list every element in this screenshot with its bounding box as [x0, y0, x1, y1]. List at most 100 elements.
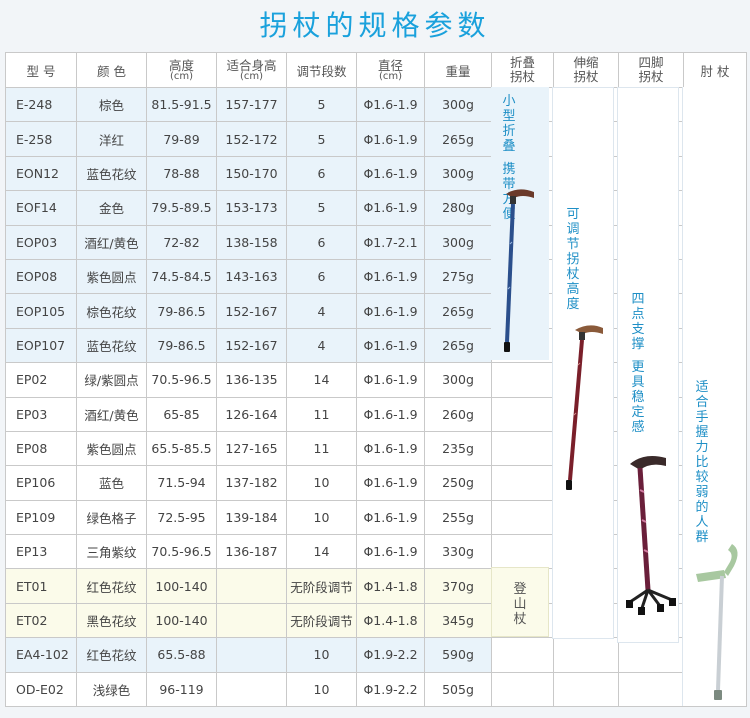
cell-diameter: Φ1.6-1.9	[356, 258, 425, 295]
cell-diameter: Φ1.9-2.2	[356, 637, 425, 673]
cell-model: EP109	[5, 499, 77, 536]
header-weight: 重量	[424, 52, 492, 88]
cell-model: EP13	[5, 534, 77, 570]
cell-diameter: Φ1.6-1.9	[356, 155, 425, 192]
cell-weight: 260g	[424, 396, 492, 432]
cell-color: 红色花纹	[76, 568, 147, 604]
cell-model: ET01	[5, 568, 77, 604]
cell-suitable	[216, 637, 287, 673]
cell-color: 绿色格子	[76, 499, 147, 536]
cell-levels: 10	[286, 465, 357, 501]
cell-weight: 265g	[424, 327, 492, 364]
cell-model: EOP08	[5, 258, 77, 295]
cell-model: EOP105	[5, 293, 77, 329]
cell-model: EON12	[5, 155, 77, 192]
cell-diameter: Φ1.7-2.1	[356, 224, 425, 260]
cell-diameter: Φ1.6-1.9	[356, 396, 425, 432]
cell-diameter: Φ1.6-1.9	[356, 190, 425, 226]
cell-model: OD-E02	[5, 671, 77, 708]
cell-suitable: 137-182	[216, 465, 287, 501]
cell-diameter: Φ1.6-1.9	[356, 362, 425, 398]
cell-levels: 6	[286, 258, 357, 295]
cell-suitable	[216, 602, 287, 639]
cell-model: EP03	[5, 396, 77, 432]
telescopic-note: 可调节拐杖高度	[566, 207, 580, 312]
cell-category	[491, 534, 554, 570]
cell-levels: 6	[286, 224, 357, 260]
cell-levels: 11	[286, 396, 357, 432]
header-telescopic: 伸缩 拐杖	[553, 52, 619, 88]
elbow-note: 适合手握力比较弱的人群	[695, 380, 709, 545]
cell-weight: 250g	[424, 465, 492, 501]
cell-levels: 4	[286, 293, 357, 329]
telescopic-cane-icon	[566, 325, 603, 490]
cell-weight: 300g	[424, 224, 492, 260]
table-header-row: 型 号 颜 色 高度 (cm) 适合身高 (cm) 调节段数 直径 (cm) 重量 折…	[5, 52, 747, 88]
cell-diameter: Φ1.6-1.9	[356, 293, 425, 329]
header-diameter: 直径 (cm)	[356, 52, 425, 88]
cell-suitable: 136-135	[216, 362, 287, 398]
cell-height: 70.5-96.5	[146, 534, 217, 570]
cell-diameter: Φ1.6-1.9	[356, 327, 425, 364]
cell-category	[491, 499, 554, 536]
cell-suitable: 126-164	[216, 396, 287, 432]
cell-color: 蓝色花纹	[76, 155, 147, 192]
cell-suitable: 152-167	[216, 293, 287, 329]
quad-note-a: 四点支撑	[631, 292, 645, 352]
cell-color: 金色	[76, 190, 147, 226]
cell-color: 棕色	[76, 86, 147, 123]
cell-color: 浅绿色	[76, 671, 147, 708]
cell-weight: 345g	[424, 602, 492, 639]
cell-model: EP106	[5, 465, 77, 501]
cell-suitable: 152-172	[216, 121, 287, 157]
cell-levels: 5	[286, 190, 357, 226]
cell-height: 81.5-91.5	[146, 86, 217, 123]
cell-levels: 10	[286, 671, 357, 708]
cell-category	[491, 637, 554, 673]
cell-color: 洋红	[76, 121, 147, 157]
cell-color: 绿/紫圆点	[76, 362, 147, 398]
cell-model: EOP107	[5, 327, 77, 364]
cell-suitable: 136-187	[216, 534, 287, 570]
header-quad: 四脚 拐杖	[618, 52, 684, 88]
cell-color: 酒红/黄色	[76, 396, 147, 432]
cell-color: 紫色圆点	[76, 430, 147, 467]
cell-weight: 265g	[424, 293, 492, 329]
cell-model: ET02	[5, 602, 77, 639]
cell-diameter: Φ1.6-1.9	[356, 534, 425, 570]
cell-suitable	[216, 568, 287, 604]
cell-category	[553, 637, 619, 673]
cell-color: 蓝色	[76, 465, 147, 501]
cell-height: 100-140	[146, 602, 217, 639]
fold-note-a: 小型折叠	[502, 94, 516, 154]
cell-model: EA4-102	[5, 637, 77, 673]
header-color: 颜 色	[76, 52, 147, 88]
cell-height: 79-86.5	[146, 327, 217, 364]
cell-color: 棕色花纹	[76, 293, 147, 329]
cell-height: 65.5-88	[146, 637, 217, 673]
cell-levels: 无阶段调节	[286, 568, 357, 604]
cell-model: E-258	[5, 121, 77, 157]
cell-category	[553, 671, 619, 708]
cell-diameter: Φ1.6-1.9	[356, 465, 425, 501]
cell-weight: 300g	[424, 86, 492, 123]
cell-diameter: Φ1.4-1.8	[356, 568, 425, 604]
cell-color: 紫色圆点	[76, 258, 147, 295]
cell-height: 79-86.5	[146, 293, 217, 329]
cell-weight: 300g	[424, 155, 492, 192]
cell-weight: 370g	[424, 568, 492, 604]
cell-levels: 14	[286, 362, 357, 398]
cell-levels: 14	[286, 534, 357, 570]
cell-weight: 255g	[424, 499, 492, 536]
cell-model: EOP03	[5, 224, 77, 260]
cell-height: 74.5-84.5	[146, 258, 217, 295]
cell-suitable: 153-173	[216, 190, 287, 226]
cell-height: 71.5-94	[146, 465, 217, 501]
cell-color: 红色花纹	[76, 637, 147, 673]
cell-model: E-248	[5, 86, 77, 123]
header-fold: 折叠 拐杖	[491, 52, 554, 88]
cell-category	[491, 430, 554, 467]
cell-suitable: 157-177	[216, 86, 287, 123]
cell-weight: 300g	[424, 362, 492, 398]
cell-suitable: 152-167	[216, 327, 287, 364]
